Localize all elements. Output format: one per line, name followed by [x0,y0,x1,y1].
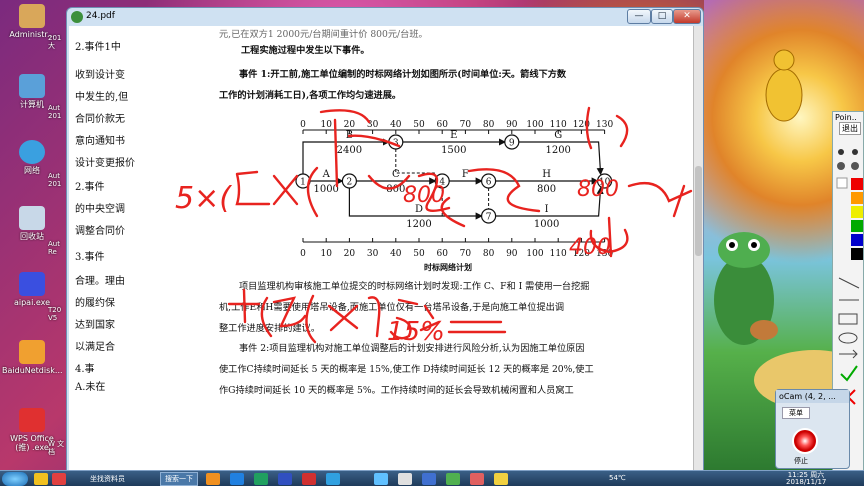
app-icon[interactable] [446,473,460,485]
window-title: 24.pdf [86,11,115,21]
taskbar: 坐找资料员 搜索一下 54℃ 11:25 周六 2018/11/17 [0,470,864,486]
desktop-icon-recycle[interactable]: 回收站 [2,206,62,241]
wps-icon [19,408,45,432]
app-icon[interactable] [254,473,268,485]
ink-stroke [272,294,317,344]
taskbar-item[interactable]: 坐找资料员 [78,473,158,485]
ocam-title: oCam (4, 2, ... [776,390,849,403]
close-button[interactable]: ✕ [673,9,701,24]
ink-stroke [272,174,299,206]
title-bar[interactable]: 24.pdf — □ ✕ [67,8,703,26]
app-icon[interactable] [206,473,220,485]
desktop-icon-baidu[interactable]: BaiduNetdisk... [2,340,63,375]
app-icon[interactable] [374,473,388,485]
pdf-page[interactable]: 2.事件1中 收到设计变 中发生的,但 合同价款无 意向通知书 设计变更报价 2… [69,26,693,472]
ink-text: 5×( [175,181,232,216]
ink-stroke [227,288,261,324]
vertical-scrollbar[interactable] [693,26,703,472]
baidu-netdisk-icon [19,340,45,364]
clock-date: 2018/11/17 [786,478,827,486]
ink-text: 15% [387,317,445,347]
desktop-icon-aipai[interactable]: aipai.exe [2,272,62,307]
stop-label: 停止 [794,457,808,465]
ink-text: 400 [569,235,611,260]
start-button[interactable] [2,472,28,486]
app-icon[interactable] [230,473,244,485]
pdf-viewer-window: 24.pdf — □ ✕ 2.事件1中 收到设计变 中发生的,但 合同价款无 意… [66,7,704,472]
app-icon[interactable] [470,473,484,485]
minimize-button[interactable]: — [627,9,651,24]
desktop-icon-network[interactable]: 网络 [2,140,62,175]
ocam-menu-button[interactable]: 菜单 [782,407,810,419]
pdf-app-icon [71,11,83,23]
explorer-icon[interactable] [34,473,48,485]
app-icon[interactable] [494,473,508,485]
network-icon [19,140,45,164]
aipai-icon [19,272,45,296]
ink-text: 800 [577,177,619,202]
app-icon[interactable] [326,473,340,485]
record-stop-button[interactable] [792,428,818,454]
ink-text: 800 [403,183,445,208]
ink-stroke [235,170,271,206]
ink-stroke [627,181,693,218]
system-clock[interactable]: 11:25 周六 2018/11/17 [786,472,826,486]
taskbar-item-active[interactable]: 搜索一下 [160,472,198,486]
recycle-bin-icon [19,206,45,230]
ink-stroke [585,106,629,150]
computer-icon [19,74,45,98]
ink-stroke [306,166,319,218]
exit-button[interactable]: 退出 [839,122,861,135]
folder-icon [19,4,45,28]
ocam-window: oCam (4, 2, ... 菜单 停止 [775,389,850,469]
app-icon[interactable] [302,473,316,485]
app-icon[interactable] [278,473,292,485]
scrollbar-thumb[interactable] [695,166,702,256]
ink-stroke [327,304,359,332]
app-icon[interactable] [398,473,412,485]
app-icon[interactable] [422,473,436,485]
ink-stroke [447,320,507,334]
ink-stroke [260,296,273,338]
browser-icon[interactable] [52,473,66,485]
maximize-button[interactable]: □ [651,9,673,24]
cpu-temperature: 54℃ [609,474,626,482]
ink-stroke [440,168,541,228]
ink-annotations-layer: 5×( 800 400 800 15% [175,106,693,347]
